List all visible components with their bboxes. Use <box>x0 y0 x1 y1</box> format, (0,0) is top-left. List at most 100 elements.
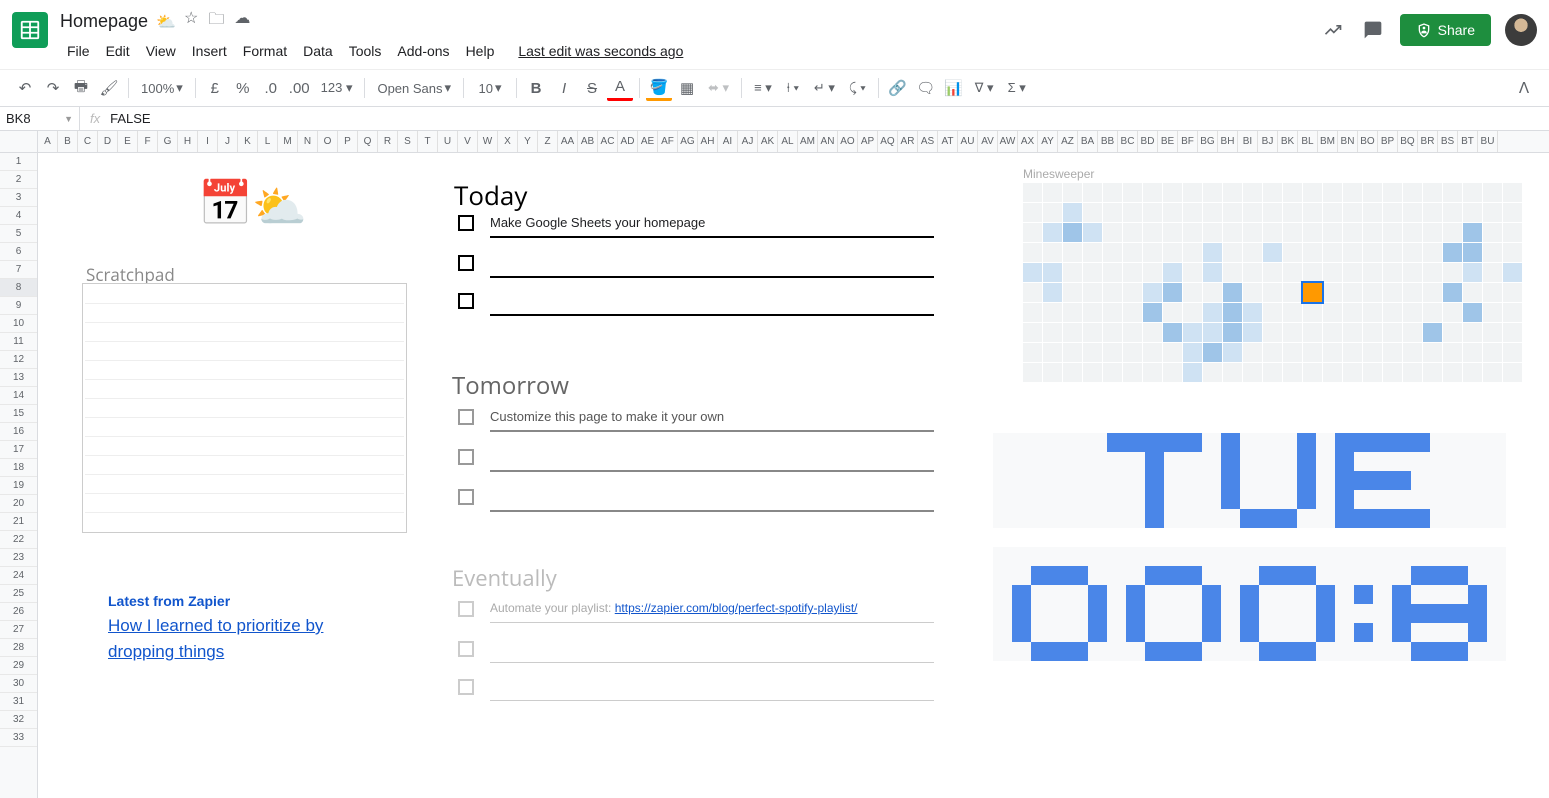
row-21[interactable]: 21 <box>0 513 37 531</box>
col-BF[interactable]: BF <box>1178 131 1198 152</box>
col-K[interactable]: K <box>238 131 258 152</box>
functions-icon[interactable]: Σ ▾ <box>1002 75 1032 101</box>
fill-color-icon[interactable]: 🪣 <box>646 75 672 101</box>
mine-cell[interactable] <box>1083 303 1102 322</box>
mine-cell[interactable] <box>1143 243 1162 262</box>
last-edit-text[interactable]: Last edit was seconds ago <box>511 39 690 63</box>
mine-cell[interactable] <box>1443 183 1462 202</box>
percent-icon[interactable]: % <box>230 75 256 101</box>
mine-cell[interactable] <box>1303 363 1322 382</box>
mine-cell[interactable] <box>1123 243 1142 262</box>
col-AB[interactable]: AB <box>578 131 598 152</box>
mine-cell[interactable] <box>1363 323 1382 342</box>
row-10[interactable]: 10 <box>0 315 37 333</box>
mine-cell[interactable] <box>1323 223 1342 242</box>
menu-add-ons[interactable]: Add-ons <box>390 39 456 63</box>
mine-cell[interactable] <box>1203 363 1222 382</box>
col-N[interactable]: N <box>298 131 318 152</box>
mine-cell[interactable] <box>1403 283 1422 302</box>
col-B[interactable]: B <box>58 131 78 152</box>
mine-cell[interactable] <box>1063 363 1082 382</box>
mine-cell[interactable] <box>1383 303 1402 322</box>
mine-cell[interactable] <box>1263 343 1282 362</box>
mine-cell[interactable] <box>1423 263 1442 282</box>
mine-cell[interactable] <box>1363 263 1382 282</box>
mine-cell[interactable] <box>1103 363 1122 382</box>
col-BP[interactable]: BP <box>1378 131 1398 152</box>
mine-cell[interactable] <box>1223 283 1242 302</box>
col-AA[interactable]: AA <box>558 131 578 152</box>
mine-cell[interactable] <box>1163 363 1182 382</box>
mine-cell[interactable] <box>1183 323 1202 342</box>
col-BC[interactable]: BC <box>1118 131 1138 152</box>
mine-cell[interactable] <box>1023 183 1042 202</box>
mine-cell[interactable] <box>1383 203 1402 222</box>
row-3[interactable]: 3 <box>0 189 37 207</box>
mine-cell[interactable] <box>1363 303 1382 322</box>
mine-cell[interactable] <box>1223 243 1242 262</box>
col-BN[interactable]: BN <box>1338 131 1358 152</box>
mine-cell[interactable] <box>1083 343 1102 362</box>
mine-cell[interactable] <box>1283 363 1302 382</box>
mine-cell[interactable] <box>1323 343 1342 362</box>
mine-cell[interactable] <box>1403 323 1422 342</box>
mine-cell[interactable] <box>1363 283 1382 302</box>
mine-cell[interactable] <box>1463 263 1482 282</box>
mine-cell[interactable] <box>1103 323 1122 342</box>
mine-cell[interactable] <box>1063 323 1082 342</box>
mine-cell[interactable] <box>1443 343 1462 362</box>
currency-icon[interactable]: £ <box>202 75 228 101</box>
mine-cell[interactable] <box>1103 223 1122 242</box>
mine-cell[interactable] <box>1443 203 1462 222</box>
mine-cell[interactable] <box>1103 343 1122 362</box>
mine-cell[interactable] <box>1383 183 1402 202</box>
mine-cell[interactable] <box>1423 223 1442 242</box>
mine-cell[interactable] <box>1383 263 1402 282</box>
mine-cell[interactable] <box>1063 283 1082 302</box>
mine-cell[interactable] <box>1283 283 1302 302</box>
mine-cell[interactable] <box>1083 263 1102 282</box>
col-AS[interactable]: AS <box>918 131 938 152</box>
col-X[interactable]: X <box>498 131 518 152</box>
row-9[interactable]: 9 <box>0 297 37 315</box>
mine-cell[interactable] <box>1163 223 1182 242</box>
formula-input[interactable]: FALSE <box>110 111 150 126</box>
col-BB[interactable]: BB <box>1098 131 1118 152</box>
mine-cell[interactable] <box>1063 343 1082 362</box>
mine-cell[interactable] <box>1023 283 1042 302</box>
mine-cell[interactable] <box>1423 183 1442 202</box>
mine-cell[interactable] <box>1303 283 1322 302</box>
menu-view[interactable]: View <box>139 39 183 63</box>
row-13[interactable]: 13 <box>0 369 37 387</box>
mine-cell[interactable] <box>1203 303 1222 322</box>
mine-cell[interactable] <box>1303 243 1322 262</box>
mine-cell[interactable] <box>1143 323 1162 342</box>
merge-icon[interactable]: ⬌ ▾ <box>702 75 735 101</box>
col-BO[interactable]: BO <box>1358 131 1378 152</box>
mine-cell[interactable] <box>1283 303 1302 322</box>
menu-insert[interactable]: Insert <box>185 39 234 63</box>
mine-cell[interactable] <box>1243 223 1262 242</box>
print-icon[interactable]: 🖶 <box>68 75 94 101</box>
mine-cell[interactable] <box>1103 283 1122 302</box>
mine-cell[interactable] <box>1283 223 1302 242</box>
col-Q[interactable]: Q <box>358 131 378 152</box>
row-22[interactable]: 22 <box>0 531 37 549</box>
eventually-task-1[interactable]: Automate your playlist: https://zapier.c… <box>490 601 858 615</box>
menu-format[interactable]: Format <box>236 39 294 63</box>
mine-cell[interactable] <box>1403 203 1422 222</box>
mine-cell[interactable] <box>1063 183 1082 202</box>
italic-icon[interactable]: I <box>551 75 577 101</box>
col-AM[interactable]: AM <box>798 131 818 152</box>
mine-cell[interactable] <box>1463 183 1482 202</box>
mine-cell[interactable] <box>1223 183 1242 202</box>
mine-cell[interactable] <box>1443 323 1462 342</box>
chart-icon[interactable]: 📊 <box>941 75 967 101</box>
mine-cell[interactable] <box>1043 263 1062 282</box>
col-BU[interactable]: BU <box>1478 131 1498 152</box>
mine-cell[interactable] <box>1383 223 1402 242</box>
mine-cell[interactable] <box>1503 283 1522 302</box>
text-color-icon[interactable]: A <box>607 75 633 101</box>
mine-cell[interactable] <box>1043 303 1062 322</box>
col-BM[interactable]: BM <box>1318 131 1338 152</box>
